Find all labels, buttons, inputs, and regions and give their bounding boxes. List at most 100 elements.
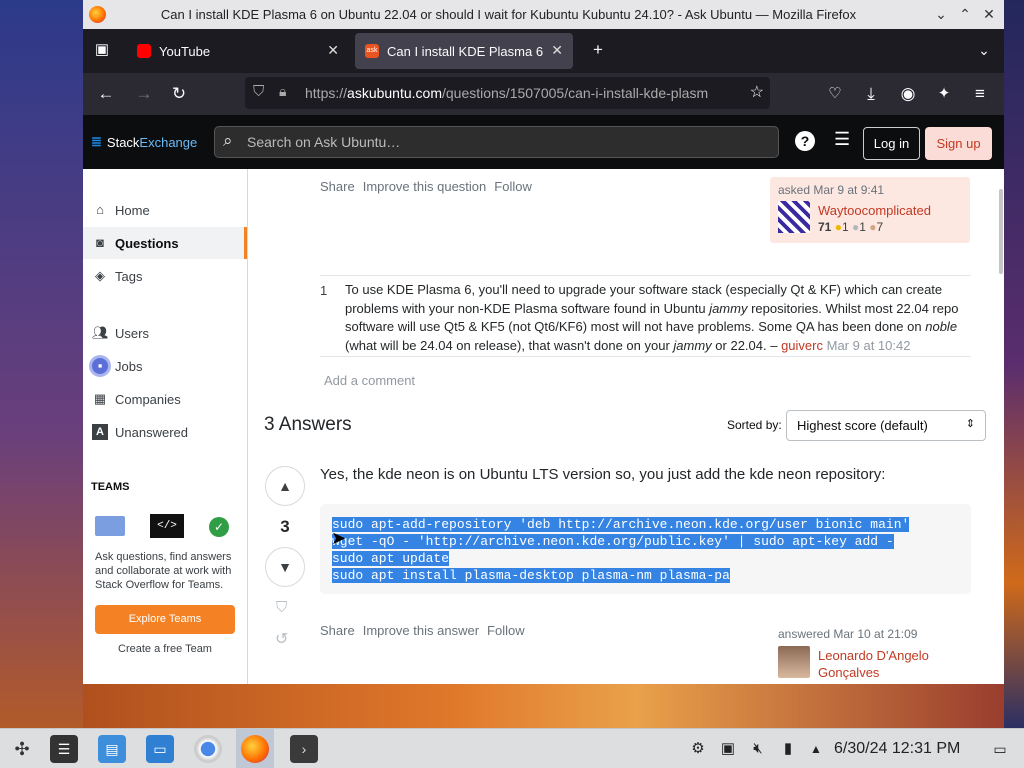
terminal-icon[interactable]: › [290,735,318,763]
tray-expand-icon[interactable]: ▲ [806,739,826,759]
menu-icon[interactable]: ≡ [969,83,991,105]
code-illustration-icon: </> [150,514,184,538]
mouse-cursor-icon: ➤ [331,528,347,548]
bookmark-star-icon[interactable]: ☆ [745,82,764,102]
code-text: wget -qO - 'http://archive.neon.kde.org/… [332,534,894,549]
briefcase-icon: ▪ [92,358,108,374]
url-prefix: https:// [305,85,348,101]
improve-answer-link[interactable]: Improve this answer [363,623,479,638]
answered-date: answered Mar 10 at 21:09 [778,627,918,641]
sidebar-item-label: Companies [115,391,181,407]
site-switcher-icon[interactable]: ☰ [834,129,850,150]
account-icon[interactable]: ◉ [897,83,919,105]
follow-link[interactable]: Follow [494,179,532,194]
download-icon[interactable]: ⤓ [860,83,882,105]
left-sidebar: ⌂ Home ◙ Questions ◈ Tags 👥︎ Users ▪ Jobs ▦ Co… [83,169,248,684]
shield-icon[interactable]: ⛉ [253,83,264,100]
sidebar-item-home[interactable]: ⌂ Home [83,194,247,226]
sidebar-item-jobs[interactable]: ▪ Jobs [83,350,247,382]
tab-label: YouTube [159,43,211,59]
sidebar-item-label: Unanswered [115,424,188,440]
answerer-name[interactable]: Leonardo D'Angelo Gonçalves [818,647,968,681]
code-line: wget -qO - 'http://archive.neon.kde.org/… [332,533,959,550]
close-tab-icon[interactable]: ✕ [327,42,339,59]
clipboard-icon[interactable]: ▣ [718,739,738,759]
add-comment-link[interactable]: Add a comment [324,373,415,388]
pocket-icon[interactable]: ♡ [824,83,846,105]
window-title: Can I install KDE Plasma 6 on Ubuntu 22.… [160,7,857,22]
tab-overview-icon[interactable]: ▣ [91,39,113,61]
new-tab-icon[interactable]: + [587,39,609,61]
tab-bar: ▣ YouTube ✕ ask Can I install KDE Plasma… [83,29,1004,73]
share-link[interactable]: Share [320,623,355,638]
bronze-count: 7 [876,220,884,234]
close-icon[interactable]: ✕ [980,5,998,23]
gold-badge-icon: ● [834,220,842,234]
comment-part: jammy [709,300,748,316]
reload-icon[interactable]: ↻ [168,83,190,105]
search-input[interactable]: ⌕ Search on Ask Ubuntu… [214,126,779,158]
clock[interactable]: 6/30/24 12:31 PM [834,740,960,758]
sidebar-item-unanswered[interactable]: A Unanswered [83,416,247,448]
answer-actions: Share Improve this answer Follow [320,623,525,638]
create-team-link[interactable]: Create a free Team [95,643,235,655]
sidebar-item-users[interactable]: 👥︎ Users [83,317,247,349]
improve-question-link[interactable]: Improve this question [363,179,487,194]
downvote-button[interactable]: ▼ [265,547,305,587]
signup-button[interactable]: Sign up [925,127,992,160]
sidebar-item-companies[interactable]: ▦ Companies [83,383,247,415]
unanswered-icon: A [92,424,108,440]
back-icon[interactable]: ← [95,83,117,105]
comment-user-link[interactable]: guiverc [781,338,823,353]
code-line: sudo apt update [332,550,959,567]
scrollbar-thumb[interactable] [999,189,1003,274]
tab-list-icon[interactable]: ⌄ [973,39,995,61]
maximize-icon[interactable]: ⌃ [956,5,974,23]
gold-count: 1 [841,220,849,234]
building-icon: ▦ [93,391,107,406]
tab-youtube[interactable]: YouTube ✕ [127,33,349,69]
code-line: sudo apt install plasma-desktop plasma-n… [332,567,959,584]
explore-teams-button[interactable]: Explore Teams [95,605,235,634]
help-icon[interactable]: ? [795,131,815,151]
upvote-button[interactable]: ▲ [265,466,305,506]
login-button[interactable]: Log in [863,127,920,160]
tab-askubuntu[interactable]: ask Can I install KDE Plasma 6 ✕ [355,33,573,69]
stackexchange-icon: ≣ [91,134,102,149]
asker-name[interactable]: Waytoocomplicated [818,203,931,218]
forward-icon[interactable]: → [133,83,155,105]
follow-link[interactable]: Follow [487,623,525,638]
code-block[interactable]: sudo apt-add-repository 'deb http://arch… [320,504,971,594]
history-icon[interactable]: ↺ [275,629,288,649]
extensions-icon[interactable]: ✦ [933,83,955,105]
show-desktop-icon[interactable]: ▭ [990,739,1010,759]
chromium-icon[interactable] [194,735,222,763]
discover-icon[interactable]: ▤ [98,735,126,763]
url-bar[interactable]: ⛉ 🔒︎ https://askubuntu.com/questions/150… [245,77,770,109]
close-tab-icon[interactable]: ✕ [551,42,563,59]
network-icon[interactable]: ⚙ [688,739,708,759]
code-text: sudo apt update [332,551,450,566]
asked-date: asked Mar 9 at 9:41 [778,183,885,197]
share-link[interactable]: Share [320,179,355,194]
firefox-window: Can I install KDE Plasma 6 on Ubuntu 22.… [83,0,1004,684]
firefox-task[interactable] [236,729,274,768]
avatar[interactable] [778,201,810,233]
comment-part: (what will be 24.04 on release), that wa… [345,337,674,353]
stackexchange-logo[interactable]: ≣ Stack Exchange [91,134,197,150]
answer-text: Yes, the kde neon is on Ubuntu LTS versi… [320,466,886,483]
app-launcher-icon[interactable]: ✣ [8,735,36,763]
youtube-icon [137,44,151,58]
sidebar-item-questions[interactable]: ◙ Questions [83,227,247,259]
lock-icon[interactable]: 🔒︎ [279,83,286,100]
sidebar-item-tags[interactable]: ◈ Tags [83,260,247,292]
volume-muted-icon[interactable]: 🔇︎ [748,739,768,759]
chevron-down-icon[interactable]: ⌄ [932,5,950,23]
system-settings-icon[interactable]: ☰ [50,735,78,763]
file-manager-icon[interactable]: ▭ [146,735,174,763]
avatar[interactable] [778,646,810,678]
question-actions: Share Improve this question Follow [320,179,532,194]
sort-select[interactable]: Highest score (default) ⇕ [786,410,986,441]
battery-icon[interactable]: ▮ [778,739,798,759]
bookmark-icon[interactable]: ⛉ [276,599,287,616]
